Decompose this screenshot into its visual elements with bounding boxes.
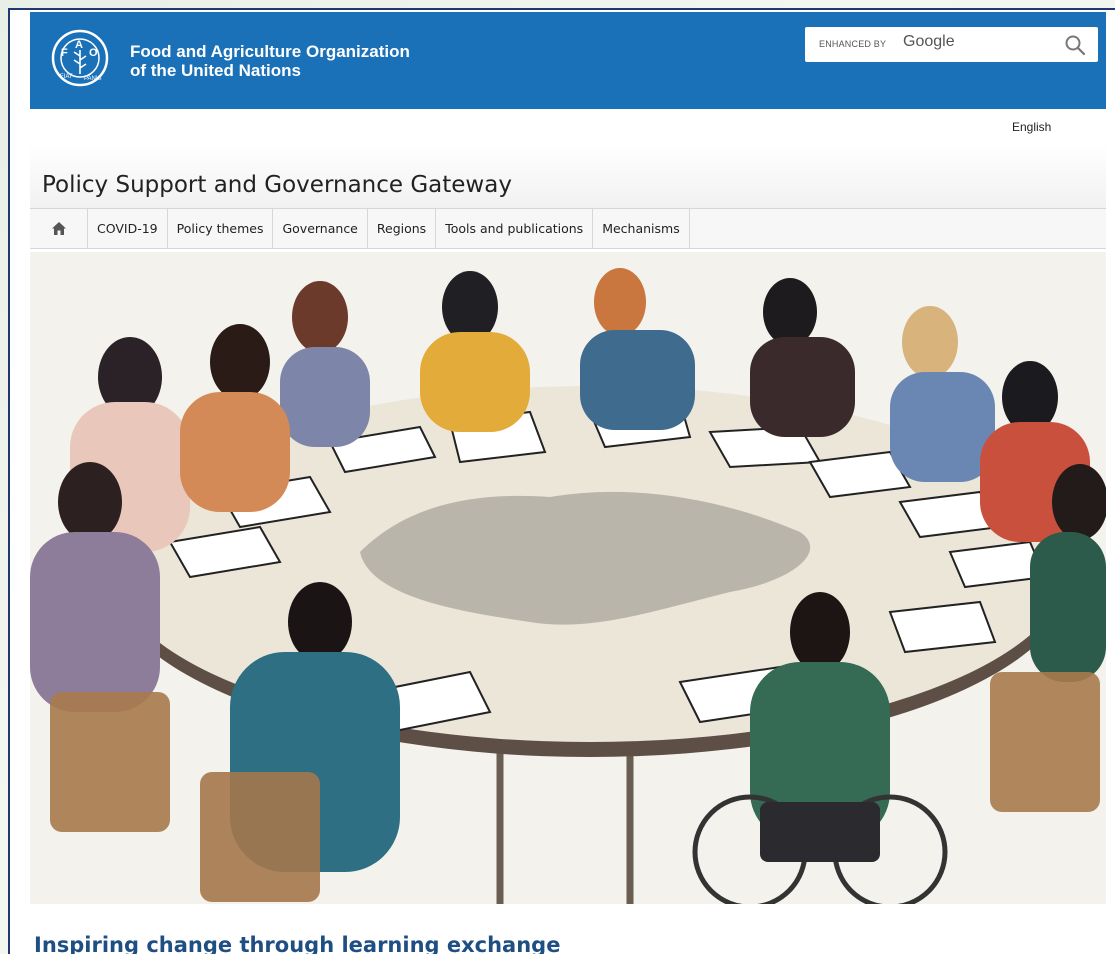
nav-home[interactable] [30, 209, 88, 248]
browser-page: F A O FIAT PANIS Food and Agriculture Or… [8, 8, 1115, 954]
home-icon [51, 222, 66, 235]
hero-illustration [30, 252, 1108, 910]
nav-item-mechanisms[interactable]: Mechanisms [593, 209, 690, 248]
org-name-line1: Food and Agriculture Organization [130, 42, 410, 61]
svg-text:A: A [75, 39, 83, 51]
org-name[interactable]: Food and Agriculture Organization of the… [130, 42, 410, 80]
main-nav: COVID-19 Policy themes Governance Region… [30, 208, 1106, 249]
fao-logo[interactable]: F A O FIAT PANIS [50, 28, 110, 88]
title-band: Policy Support and Governance Gateway [30, 144, 1106, 208]
hero-image[interactable] [30, 252, 1108, 910]
site-header: F A O FIAT PANIS Food and Agriculture Or… [30, 12, 1106, 109]
section-heading[interactable]: Inspiring change through learning exchan… [34, 933, 560, 954]
search-provider-label: Google [903, 33, 955, 50]
svg-text:F: F [61, 47, 68, 59]
search-enhanced-label: ENHANCED BY [819, 39, 887, 49]
nav-item-tools-and-publications[interactable]: Tools and publications [436, 209, 594, 248]
nav-item-policy-themes[interactable]: Policy themes [168, 209, 274, 248]
nav-item-covid-19[interactable]: COVID-19 [88, 209, 168, 248]
page-title[interactable]: Policy Support and Governance Gateway [42, 172, 512, 198]
search-icon[interactable] [1064, 34, 1086, 56]
search-input[interactable]: ENHANCED BY Google [805, 27, 1098, 62]
nav-item-regions[interactable]: Regions [368, 209, 437, 248]
nav-item-governance[interactable]: Governance [273, 209, 368, 248]
language-link[interactable]: English [1012, 120, 1051, 134]
logo-motto-left: FIAT [60, 74, 73, 80]
fao-logo-icon: F A O FIAT PANIS [51, 29, 109, 87]
logo-motto-right: PANIS [84, 76, 102, 82]
org-name-line2: of the United Nations [130, 61, 301, 80]
svg-text:O: O [89, 47, 98, 59]
